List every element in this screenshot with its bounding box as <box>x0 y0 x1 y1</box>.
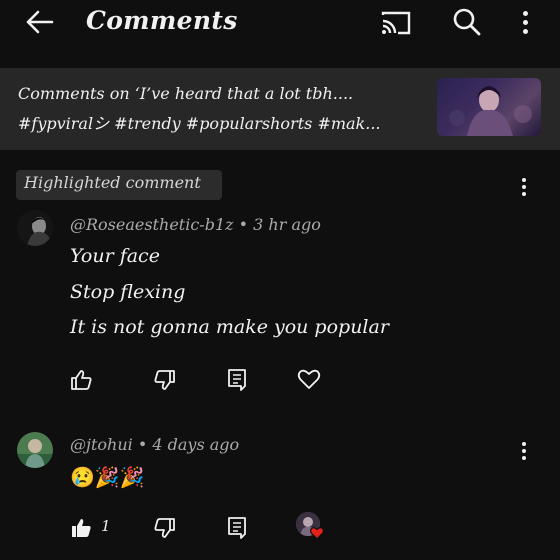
page-title: Comments <box>86 6 238 35</box>
comment-1-time: 3 hr ago <box>253 215 321 234</box>
video-thumbnail[interactable] <box>437 78 541 136</box>
reply-icon <box>228 369 246 391</box>
highlighted-comment-label: Highlighted comment <box>24 173 201 192</box>
like-count: 1 <box>101 517 111 535</box>
meta-separator: • <box>233 215 254 234</box>
like-button[interactable] <box>70 516 94 540</box>
heart-button[interactable] <box>297 367 321 391</box>
comment-2-author[interactable]: @jtohui <box>70 435 133 454</box>
creator-heart-badge <box>296 512 326 542</box>
thumb-up-filled-icon <box>72 519 91 537</box>
comment-1-line-1: Your face <box>70 245 160 267</box>
comment-2-meta: @jtohui • 4 days ago <box>70 435 239 454</box>
heart-filled-icon <box>310 526 324 540</box>
reply-button[interactable] <box>226 367 248 391</box>
reply-button[interactable] <box>226 515 248 539</box>
thumb-down-icon <box>154 518 175 538</box>
avatar[interactable] <box>17 432 53 468</box>
cast-icon[interactable] <box>380 8 412 36</box>
comment-1-author[interactable]: @Roseaesthetic-b1z <box>70 215 234 234</box>
thumb-up-icon <box>71 370 92 390</box>
comment-2-line-1: 😢🎉🎉 <box>70 465 145 489</box>
comment-1-line-2: Stop flexing <box>70 281 186 303</box>
search-icon[interactable] <box>452 7 482 37</box>
more-vert-icon[interactable] <box>523 11 528 37</box>
meta-separator: • <box>132 435 153 454</box>
video-title-line2: #fypviralシ #trendy #popularshorts #mak..… <box>18 114 381 133</box>
video-title-line1: Comments on ‘I’ve heard that a lot tbh..… <box>18 84 354 103</box>
comment-2-time: 4 days ago <box>152 435 240 454</box>
like-button[interactable] <box>70 368 94 392</box>
reply-icon <box>228 517 246 539</box>
dislike-button[interactable] <box>152 368 176 392</box>
thumb-down-icon <box>154 370 175 390</box>
comment-1-meta: @Roseaesthetic-b1z • 3 hr ago <box>70 215 321 234</box>
comment-1-line-3: It is not gonna make you popular <box>70 316 389 338</box>
arrow-left-icon[interactable] <box>24 8 56 36</box>
dislike-button[interactable] <box>152 516 176 540</box>
comment-1-more-icon[interactable] <box>522 178 526 199</box>
avatar[interactable] <box>17 210 53 246</box>
comment-2-more-icon[interactable] <box>522 442 526 463</box>
heart-outline-icon <box>297 369 321 389</box>
